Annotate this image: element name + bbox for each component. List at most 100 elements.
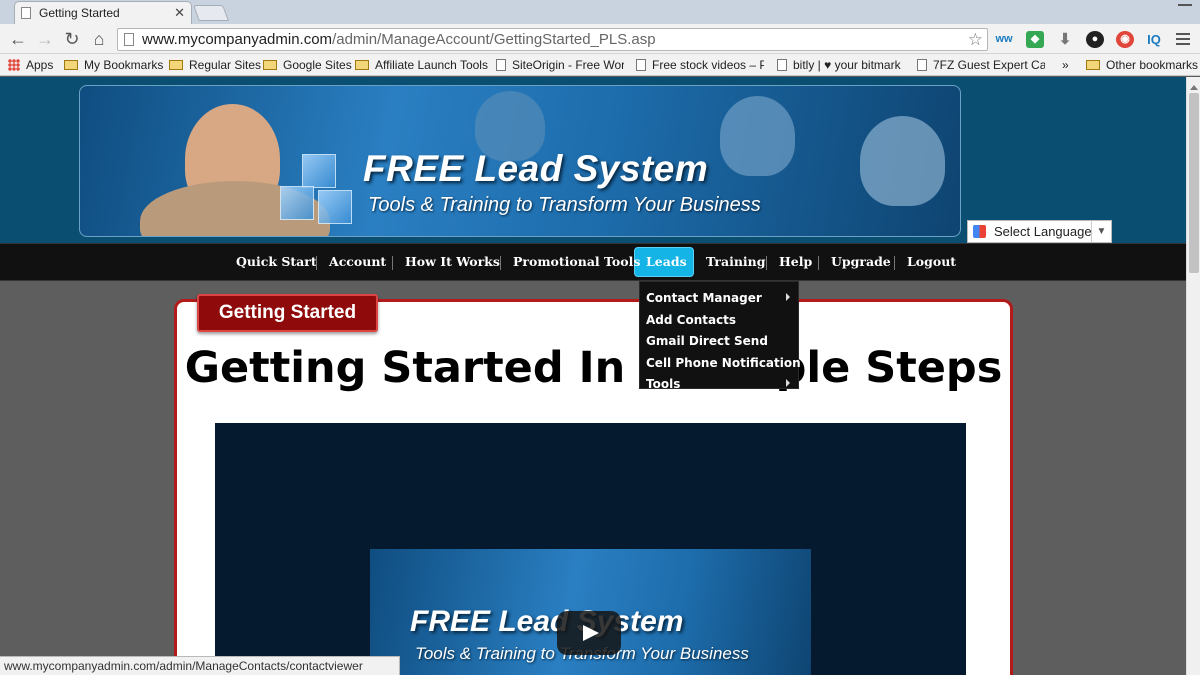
bookmark-folder[interactable]: My Bookmarks <box>64 57 163 73</box>
bookmark-label: 7FZ Guest Expert Call <box>933 58 1045 72</box>
page-icon <box>917 59 927 71</box>
language-label: Select Language <box>994 224 1092 239</box>
back-arrow-icon[interactable]: ← <box>8 29 28 49</box>
bookmark-page[interactable]: 7FZ Guest Expert Call <box>917 57 1045 73</box>
folder-icon <box>355 60 369 70</box>
apps-bookmark[interactable]: Apps <box>8 57 53 73</box>
bookmark-label: Apps <box>26 58 54 72</box>
url-path: /admin/ManageAccount/GettingStarted_PLS.… <box>332 31 656 48</box>
download-extension-icon[interactable]: ⬇ <box>1056 31 1074 48</box>
browser-tab[interactable]: Getting Started ✕ <box>14 1 192 24</box>
nav-separator <box>894 256 895 270</box>
nav-help[interactable]: Help <box>779 254 812 269</box>
browser-menu-icon[interactable] <box>1176 33 1190 48</box>
iq-extension-icon[interactable]: IQ <box>1145 31 1163 48</box>
site-header: FREE Lead System Tools & Training to Tra… <box>0 77 1186 243</box>
banner-title: FREE Lead System <box>363 148 709 189</box>
camera-extension-icon[interactable]: ● <box>1086 31 1104 48</box>
person-image <box>720 96 795 176</box>
nav-training[interactable]: Training <box>706 254 766 269</box>
menu-item-gmail-direct-send[interactable]: Gmail Direct Send <box>646 334 768 348</box>
page-viewport: FREE Lead System Tools & Training to Tra… <box>0 77 1186 675</box>
nav-upgrade[interactable]: Upgrade <box>831 254 891 269</box>
nav-separator <box>818 256 819 270</box>
bookmark-label: Regular Sites <box>189 58 262 72</box>
close-icon[interactable]: ✕ <box>174 5 185 21</box>
bookmark-folder[interactable]: Regular Sites <box>169 57 261 73</box>
nav-separator <box>316 256 317 270</box>
submenu-arrow-icon <box>786 379 794 387</box>
folder-icon <box>64 60 78 70</box>
nav-separator <box>392 256 393 270</box>
banner-subtitle: Tools & Training to Transform Your Busin… <box>368 194 761 216</box>
status-bar-url: www.mycompanyadmin.com/admin/ManageConta… <box>0 656 400 675</box>
bookmark-page[interactable]: SiteOrigin - Free Word <box>496 57 624 73</box>
page-icon <box>124 33 134 46</box>
apps-grid-icon <box>8 59 20 71</box>
nav-separator <box>500 256 501 270</box>
tab-title: Getting Started <box>39 6 120 20</box>
page-icon <box>496 59 506 71</box>
person-image <box>860 116 945 206</box>
bookmarks-bar: Apps My Bookmarks Regular Sites Google S… <box>0 54 1200 76</box>
forward-arrow-icon[interactable]: → <box>35 29 55 49</box>
section-ribbon: Getting Started <box>197 294 378 332</box>
chevron-down-icon: ▼ <box>1091 221 1111 242</box>
green-extension-icon[interactable]: ◆ <box>1026 31 1044 48</box>
bookmark-page[interactable]: bitly | ♥ your bitmark <box>777 57 905 73</box>
page-icon <box>21 7 31 19</box>
nav-leads[interactable]: Leads <box>646 254 687 269</box>
submenu-arrow-icon <box>786 293 794 301</box>
menu-item-cell-phone-notification[interactable]: Cell Phone Notification <box>646 356 801 370</box>
page-scrollbar[interactable] <box>1186 77 1200 675</box>
minimize-icon[interactable] <box>1178 4 1192 6</box>
video-title: FREE Lead System <box>410 605 684 638</box>
play-button[interactable] <box>557 611 621 655</box>
bookmark-label: Free stock videos – Pe <box>652 58 764 72</box>
cube-graphic <box>280 186 314 220</box>
bookmark-star-icon[interactable]: ☆ <box>968 29 983 50</box>
bookmark-page[interactable]: Free stock videos – Pe <box>636 57 764 73</box>
nav-account[interactable]: Account <box>329 254 386 269</box>
bookmark-label: Google Sites <box>283 58 352 72</box>
browser-toolbar: ← → ↻ ⌂ www.mycompanyadmin.com/admin/Man… <box>0 24 1200 54</box>
scrollbar-thumb[interactable] <box>1189 93 1199 273</box>
folder-icon <box>169 60 183 70</box>
page-heading: Getting Started In 3 Simple Steps <box>184 343 1003 393</box>
nav-quick-start[interactable]: Quick Start <box>236 254 317 269</box>
language-select[interactable]: Select Language ▼ <box>967 220 1112 243</box>
main-nav: Quick Start Account How It Works Promoti… <box>0 243 1186 281</box>
red-extension-icon[interactable]: ◉ <box>1116 31 1134 48</box>
bookmarks-overflow-button[interactable]: » <box>1062 57 1069 73</box>
ww-extension-icon[interactable]: ww <box>995 31 1013 48</box>
nav-logout[interactable]: Logout <box>907 254 956 269</box>
nav-separator <box>766 256 767 270</box>
other-bookmarks-folder[interactable]: Other bookmarks <box>1086 57 1198 73</box>
home-icon[interactable]: ⌂ <box>89 29 109 49</box>
nav-how-it-works[interactable]: How It Works <box>405 254 500 269</box>
leads-dropdown-menu: Contact Manager Add Contacts Gmail Direc… <box>639 281 801 391</box>
scroll-up-icon[interactable] <box>1190 81 1198 90</box>
menu-item-tools[interactable]: Tools <box>646 377 680 391</box>
bookmark-label: Affiliate Launch Tools <box>375 58 488 72</box>
url-host: www.mycompanyadmin.com <box>142 31 333 48</box>
menu-item-contact-manager[interactable]: Contact Manager <box>646 291 762 305</box>
cube-graphic <box>302 154 336 188</box>
tab-strip: Getting Started ✕ <box>0 0 1200 24</box>
address-bar[interactable]: www.mycompanyadmin.com/admin/ManageAccou… <box>117 28 988 51</box>
folder-icon <box>1086 60 1100 70</box>
video-player[interactable]: FREE Lead System Tools & Training to Tra… <box>215 423 966 675</box>
reload-icon[interactable]: ↻ <box>62 29 82 49</box>
page-icon <box>777 59 787 71</box>
bookmark-label: My Bookmarks <box>84 58 164 72</box>
bookmark-label: Other bookmarks <box>1106 58 1199 72</box>
menu-item-add-contacts[interactable]: Add Contacts <box>646 313 736 327</box>
bookmark-folder[interactable]: Google Sites <box>263 57 352 73</box>
folder-icon <box>263 60 277 70</box>
bookmark-label: bitly | ♥ your bitmark <box>793 58 901 72</box>
new-tab-button[interactable] <box>193 5 229 21</box>
nav-promotional-tools[interactable]: Promotional Tools <box>513 254 640 269</box>
bookmark-folder[interactable]: Affiliate Launch Tools <box>355 57 488 73</box>
bookmark-label: SiteOrigin - Free Word <box>512 58 624 72</box>
cube-graphic <box>318 190 352 224</box>
